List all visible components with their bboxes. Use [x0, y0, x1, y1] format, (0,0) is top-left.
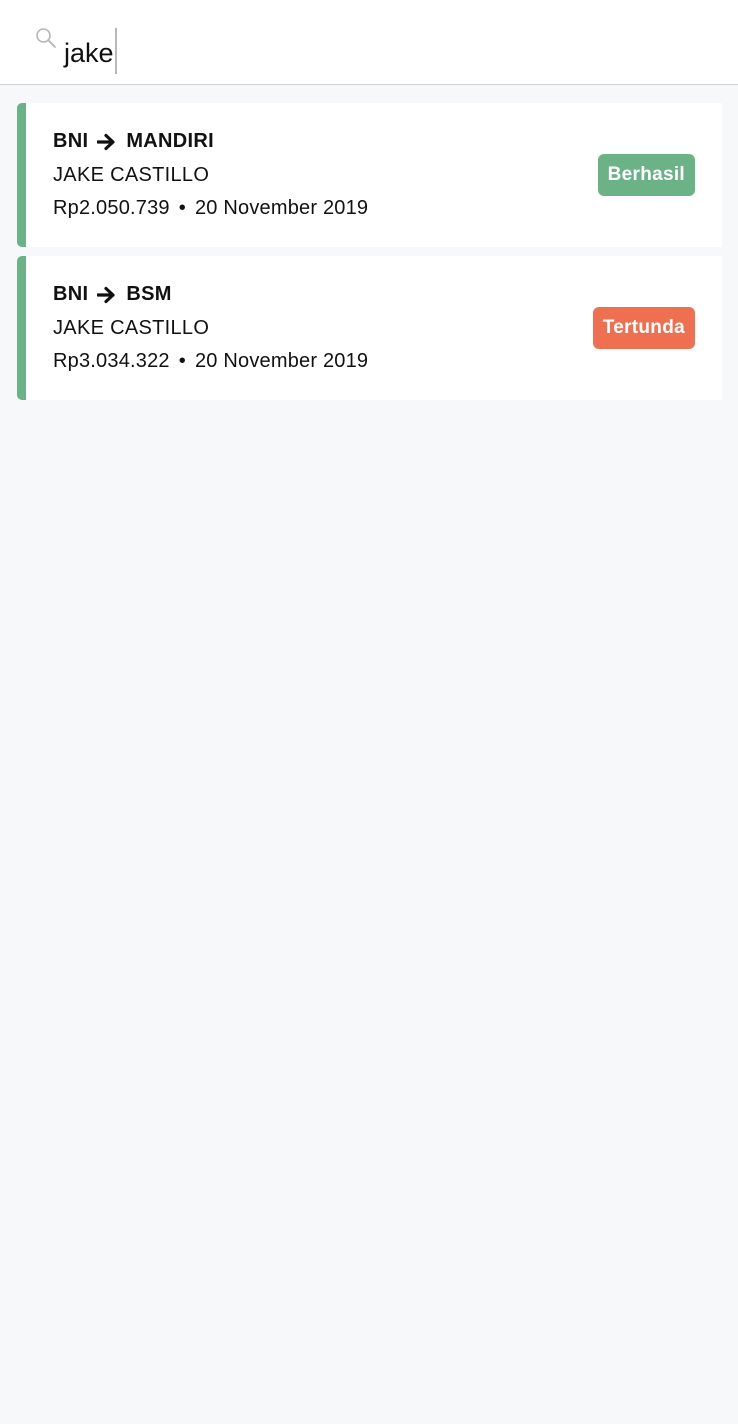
destination-bank: BSM [126, 283, 172, 305]
account-name: JAKE CASTILLO [53, 317, 210, 339]
source-bank: BNI [53, 283, 89, 305]
account-name: JAKE CASTILLO [53, 164, 210, 186]
search-input-value: jake [64, 38, 114, 68]
status-badge: Berhasil [597, 154, 695, 196]
amount: Rp2.050.739 [53, 197, 170, 219]
transaction-list: BNI MANDIRI JAKE CASTILLO Rp2.050.739 • 20… [17, 103, 722, 409]
search-input[interactable]: jake [64, 28, 117, 74]
arrow-right-icon [97, 133, 115, 150]
date: 20 November 2019 [194, 197, 369, 219]
transaction-card[interactable]: BNI MANDIRI JAKE CASTILLO Rp2.050.739 • 20… [17, 103, 722, 247]
transaction-card[interactable]: BNI BSM JAKE CASTILLO Rp3.034.322 • 20 Nov… [17, 256, 722, 400]
amount: Rp3.034.322 [53, 350, 170, 372]
separator-dot: • [178, 197, 186, 219]
separator-dot: • [178, 350, 186, 372]
transfer-route: BNI BSM [53, 283, 172, 306]
status-badge: Tertunda [592, 307, 695, 349]
destination-bank: MANDIRI [126, 130, 214, 152]
text-cursor [114, 28, 117, 74]
transaction-meta: Rp2.050.739 • 20 November 2019 [53, 197, 368, 220]
arrow-right-icon [97, 286, 115, 303]
transaction-meta: Rp3.034.322 • 20 November 2019 [53, 350, 368, 373]
search-bar[interactable]: jake [0, 0, 738, 85]
search-icon [36, 28, 56, 48]
date: 20 November 2019 [194, 350, 369, 372]
transfer-route: BNI MANDIRI [53, 130, 214, 153]
source-bank: BNI [53, 130, 89, 152]
